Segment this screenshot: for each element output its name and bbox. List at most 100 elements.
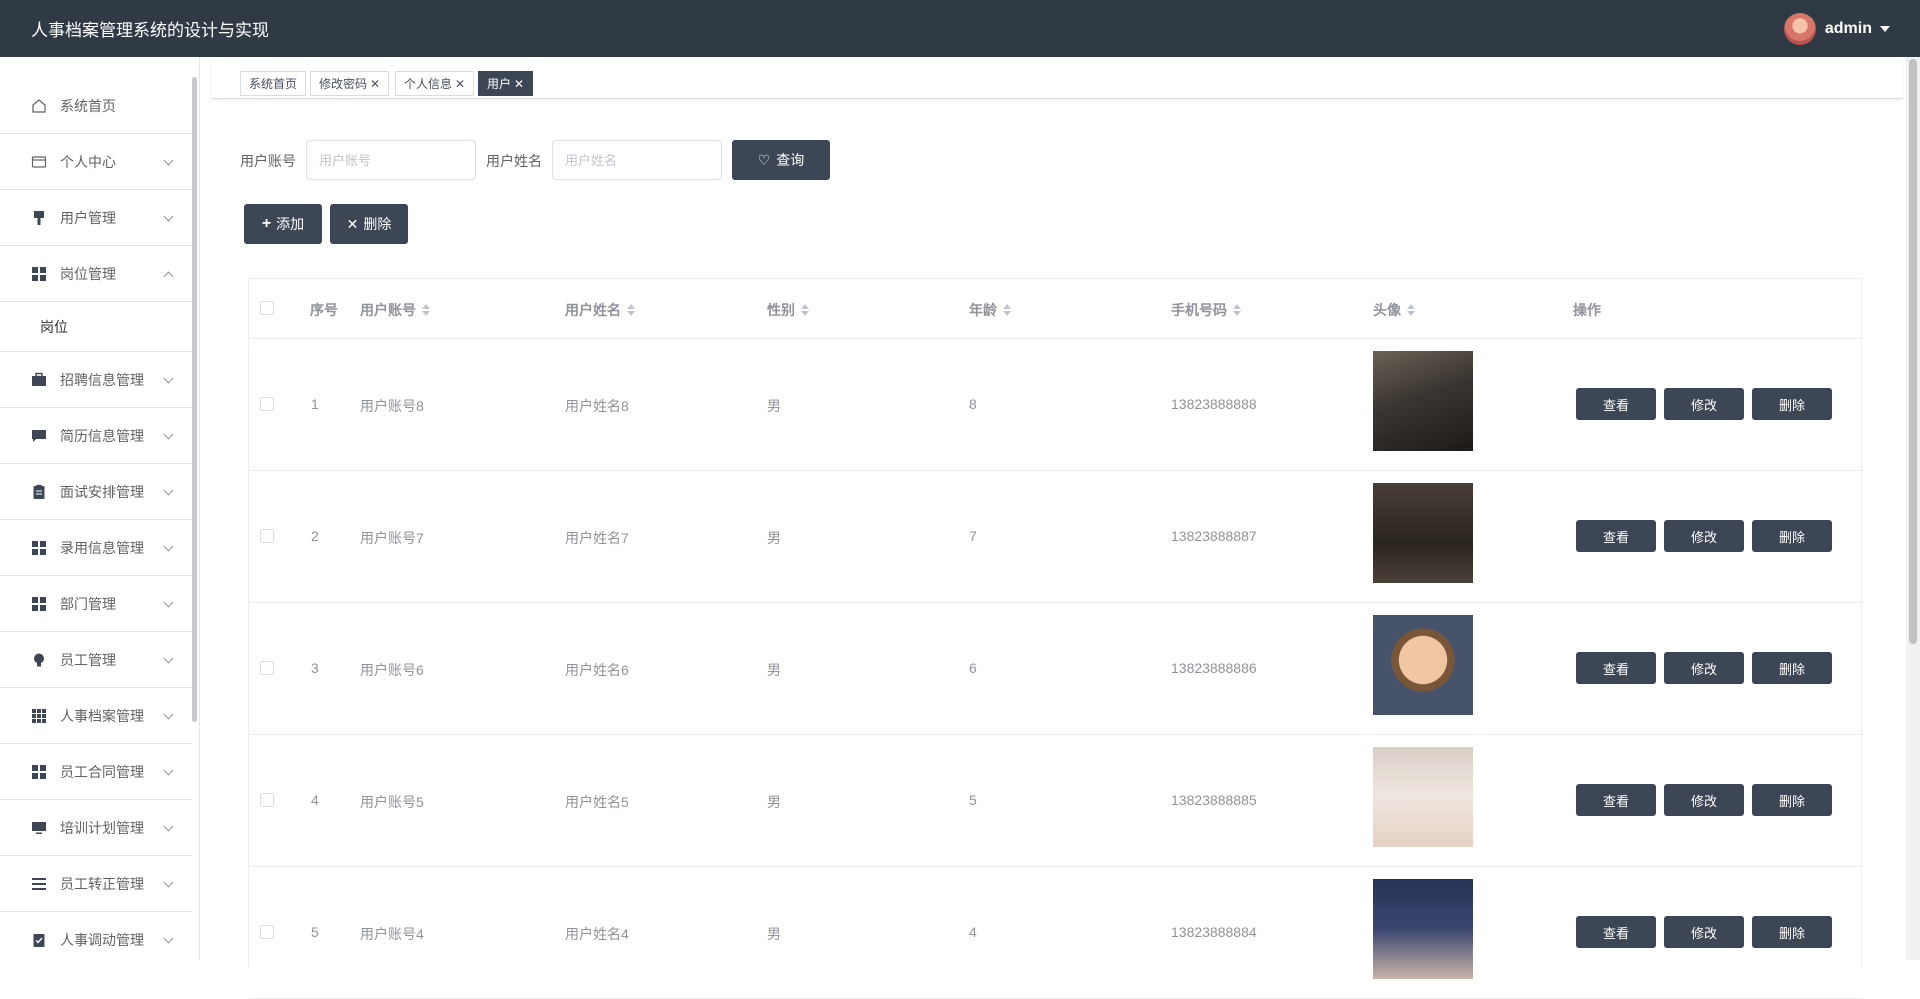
sort-icon xyxy=(1407,304,1415,316)
cell-account: 用户账号8 xyxy=(360,398,424,414)
sidebar-item[interactable]: 简历信息管理 xyxy=(0,408,192,464)
sort-icon xyxy=(627,304,635,316)
sidebar-item[interactable]: 面试安排管理 xyxy=(0,464,192,520)
query-button[interactable]: ♡ 查询 xyxy=(732,140,830,180)
column-header-gender[interactable]: 性别 xyxy=(767,300,809,320)
user-menu[interactable]: admin xyxy=(1783,12,1890,45)
cell-gender: 男 xyxy=(767,794,781,810)
edit-button[interactable]: 修改 xyxy=(1664,916,1744,948)
top-header: 人事档案管理系统的设计与实现 admin xyxy=(0,0,1920,57)
edit-button[interactable]: 修改 xyxy=(1664,388,1744,420)
row-checkbox[interactable] xyxy=(260,661,274,675)
view-button[interactable]: 查看 xyxy=(1576,916,1656,948)
view-button[interactable]: 查看 xyxy=(1576,520,1656,552)
briefcase-icon xyxy=(31,372,47,388)
sort-icon xyxy=(1003,304,1011,316)
sidebar-item[interactable]: 招聘信息管理 xyxy=(0,352,192,408)
name-search-input[interactable] xyxy=(552,140,722,180)
cell-account: 用户账号6 xyxy=(360,662,424,678)
row-delete-button[interactable]: 删除 xyxy=(1752,520,1832,552)
cell-name: 用户姓名7 xyxy=(565,530,629,546)
close-icon[interactable]: ✕ xyxy=(514,77,524,91)
avatar-image[interactable] xyxy=(1373,483,1473,583)
heart-icon: ♡ xyxy=(757,151,771,168)
row-delete-button[interactable]: 删除 xyxy=(1752,916,1832,948)
row-checkbox[interactable] xyxy=(260,925,274,939)
cell-phone: 13823888886 xyxy=(1171,660,1257,676)
table-row: 1 用户账号8 用户姓名8 男 8 13823888888 查看 修改 删除 xyxy=(249,339,1863,471)
column-header-phone[interactable]: 手机号码 xyxy=(1171,300,1241,320)
sidebar-item[interactable]: 员工转正管理 xyxy=(0,856,192,912)
select-all-checkbox[interactable] xyxy=(260,301,274,315)
sidebar-item-label: 面试安排管理 xyxy=(60,483,144,500)
column-header-age[interactable]: 年龄 xyxy=(969,300,1011,320)
avatar-image[interactable] xyxy=(1373,351,1473,451)
tab-user[interactable]: 用户 ✕ xyxy=(478,71,534,96)
sidebar-item[interactable]: 员工管理 xyxy=(0,632,192,688)
delete-button-label: 删除 xyxy=(363,216,392,232)
sidebar-item[interactable]: 系统首页 xyxy=(0,57,192,134)
home-icon xyxy=(31,98,47,114)
row-checkbox[interactable] xyxy=(260,793,274,807)
page-scrollbar[interactable] xyxy=(1906,57,1920,960)
delete-button[interactable]: ✕ 删除 xyxy=(330,204,408,244)
sidebar-item-label: 人事档案管理 xyxy=(60,707,144,724)
sidebar-item[interactable]: 人事调动管理 xyxy=(0,912,192,960)
sidebar-scrollbar[interactable] xyxy=(192,77,197,722)
sidebar-item[interactable]: 部门管理 xyxy=(0,576,192,632)
row-delete-button[interactable]: 删除 xyxy=(1752,784,1832,816)
avatar-image[interactable] xyxy=(1373,615,1473,715)
caret-down-icon[interactable] xyxy=(1880,25,1890,32)
sidebar-item[interactable]: 个人中心 xyxy=(0,134,192,190)
account-search-input[interactable] xyxy=(306,140,476,180)
edit-button[interactable]: 修改 xyxy=(1664,652,1744,684)
avatar[interactable] xyxy=(1783,12,1816,45)
edit-button[interactable]: 修改 xyxy=(1664,520,1744,552)
column-header-actions: 操作 xyxy=(1573,302,1601,318)
row-checkbox[interactable] xyxy=(260,397,274,411)
avatar-image[interactable] xyxy=(1373,879,1473,979)
cell-index: 1 xyxy=(311,396,319,412)
app-title: 人事档案管理系统的设计与实现 xyxy=(31,21,269,40)
edit-button[interactable]: 修改 xyxy=(1664,784,1744,816)
scrollbar-thumb[interactable] xyxy=(1909,59,1917,644)
cell-gender: 男 xyxy=(767,926,781,942)
column-header-avatar[interactable]: 头像 xyxy=(1373,300,1415,320)
sidebar-item[interactable]: 员工合同管理 xyxy=(0,744,192,800)
sidebar-item[interactable]: 人事档案管理 xyxy=(0,688,192,744)
column-header-account[interactable]: 用户账号 xyxy=(360,300,430,320)
add-button-label: 添加 xyxy=(276,216,305,232)
column-header-name[interactable]: 用户姓名 xyxy=(565,300,635,320)
sidebar-subitem[interactable]: 岗位 xyxy=(0,302,192,352)
bulb-icon xyxy=(31,652,47,668)
tab-home[interactable]: 系统首页 xyxy=(240,71,307,96)
sidebar-item[interactable]: 用户管理 xyxy=(0,190,192,246)
cell-phone: 13823888884 xyxy=(1171,924,1257,940)
row-delete-button[interactable]: 删除 xyxy=(1752,652,1832,684)
view-button[interactable]: 查看 xyxy=(1576,388,1656,420)
avatar-image[interactable] xyxy=(1373,747,1473,847)
sidebar-item[interactable]: 岗位管理 xyxy=(0,246,192,302)
sidebar-item-label: 员工转正管理 xyxy=(60,875,144,892)
sidebar-item[interactable]: 培训计划管理 xyxy=(0,800,192,856)
tab-personal-info[interactable]: 个人信息 ✕ xyxy=(395,71,475,96)
close-icon[interactable]: ✕ xyxy=(455,77,465,91)
row-delete-button[interactable]: 删除 xyxy=(1752,388,1832,420)
close-icon[interactable]: ✕ xyxy=(370,77,380,91)
add-button[interactable]: + 添加 xyxy=(244,204,322,244)
cell-name: 用户姓名4 xyxy=(565,926,629,942)
tab-change-password[interactable]: 修改密码 ✕ xyxy=(310,71,390,96)
chevron-down-icon xyxy=(163,373,174,384)
grid-icon xyxy=(31,764,47,780)
user-table: 序号 用户账号 用户姓名 性别 年龄 手机号码 头像 操作 1 用户账号8 用户姓名… xyxy=(248,278,1863,999)
sidebar-item[interactable]: 录用信息管理 xyxy=(0,520,192,576)
sidebar-item-label: 个人中心 xyxy=(60,153,116,170)
row-checkbox[interactable] xyxy=(260,529,274,543)
query-button-label: 查询 xyxy=(776,152,805,168)
view-button[interactable]: 查看 xyxy=(1576,784,1656,816)
chevron-down-icon xyxy=(163,877,174,888)
view-button[interactable]: 查看 xyxy=(1576,652,1656,684)
monitor-icon xyxy=(31,820,47,836)
cell-age: 5 xyxy=(969,792,977,808)
username[interactable]: admin xyxy=(1825,20,1872,38)
